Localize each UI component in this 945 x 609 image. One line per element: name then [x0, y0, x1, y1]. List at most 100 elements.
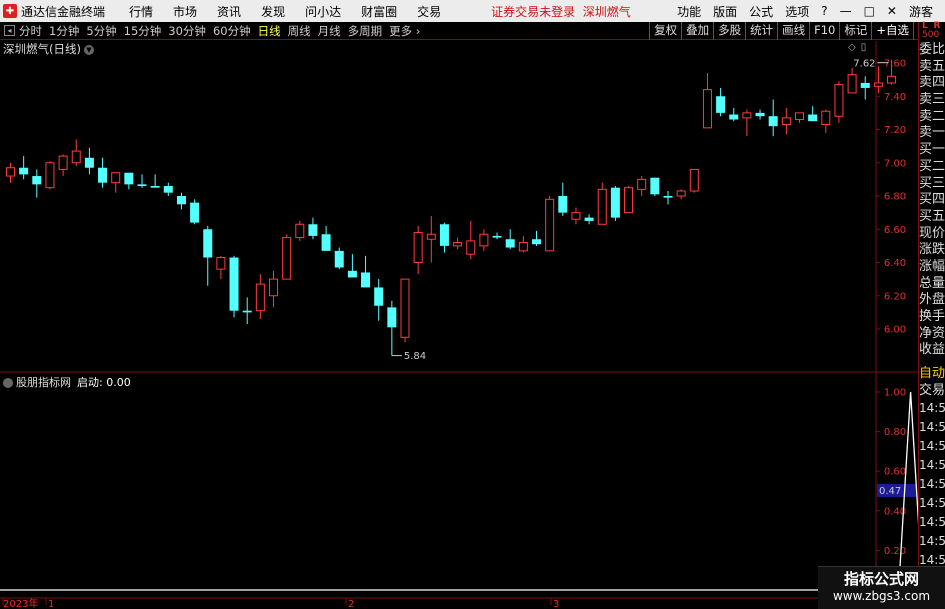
sidebar-item[interactable]: 换手	[919, 309, 945, 326]
period-weekly[interactable]: 周线	[288, 23, 311, 39]
menu-market[interactable]: 市场	[173, 3, 197, 20]
sidebar-item[interactable]: 外盘	[919, 292, 945, 309]
period-monthly[interactable]: 月线	[318, 23, 341, 39]
period-5min[interactable]: 5分钟	[86, 23, 116, 39]
candle	[413, 225, 423, 275]
candle	[361, 255, 371, 288]
candle-body	[269, 278, 278, 297]
date-tick-label: 3	[553, 599, 559, 609]
user-label[interactable]: 游客	[909, 3, 933, 20]
candle-body	[702, 89, 712, 129]
sidebar-item[interactable]: 卖一	[919, 125, 945, 142]
sidebar-item[interactable]: 净资	[919, 326, 945, 343]
menu-layout[interactable]: 版面	[713, 3, 737, 20]
candle	[624, 186, 634, 214]
candle-body	[45, 162, 55, 189]
menu-function[interactable]: 功能	[677, 3, 701, 20]
period-60min[interactable]: 60分钟	[213, 23, 251, 39]
help-icon[interactable]: ?	[821, 4, 827, 18]
indicator-title[interactable]: 股朋指标网 启动: 0.00	[3, 374, 131, 390]
collapse-icon[interactable]: ◂	[4, 25, 15, 36]
sidebar-trade[interactable]: 交易	[919, 383, 945, 400]
candle	[689, 168, 699, 193]
sidebar-item[interactable]: 买五	[919, 209, 945, 226]
close-icon[interactable]: ✕	[887, 4, 897, 18]
candle-body	[216, 257, 226, 270]
candle-body	[137, 184, 147, 187]
tool-adjust[interactable]: 复权	[649, 22, 681, 40]
lr-indicator[interactable]: L R 500	[919, 22, 945, 42]
period-daily[interactable]: 日线	[258, 23, 281, 39]
app-logo-icon: ✚	[3, 4, 17, 18]
sidebar-item[interactable]: 卖四	[919, 75, 945, 92]
menu-wealth[interactable]: 财富圈	[361, 3, 397, 20]
sidebar-auto[interactable]: 自动	[919, 366, 945, 383]
candle-body	[19, 167, 29, 175]
candle-body	[597, 188, 607, 225]
dropdown-icon	[3, 378, 13, 388]
menu-news[interactable]: 资讯	[217, 3, 241, 20]
menu-formula[interactable]: 公式	[749, 3, 773, 20]
period-more[interactable]: 更多 ›	[389, 23, 420, 39]
candle	[466, 220, 476, 260]
tool-mark[interactable]: 标记	[839, 22, 871, 40]
maximize-icon[interactable]: □	[864, 4, 875, 18]
candle	[308, 217, 318, 240]
tool-multi-stock[interactable]: 多股	[713, 22, 745, 40]
candle-body	[84, 157, 94, 168]
candle	[19, 156, 29, 180]
sidebar-item[interactable]: 买二	[919, 159, 945, 176]
tool-overlay[interactable]: 叠加	[681, 22, 713, 40]
minimize-icon[interactable]: —	[840, 4, 852, 18]
candle	[492, 232, 502, 240]
login-notice[interactable]: 证券交易未登录 深圳燃气	[491, 3, 631, 20]
tool-f10[interactable]: F10	[809, 22, 839, 40]
tool-draw[interactable]: 画线	[777, 22, 809, 40]
sidebar-item[interactable]: 总量	[919, 276, 945, 293]
sidebar-item[interactable]: 卖五	[919, 59, 945, 76]
candle	[190, 199, 200, 225]
sidebar-item[interactable]: 涨幅	[919, 259, 945, 276]
sidebar-item[interactable]: 买一	[919, 142, 945, 159]
panel-icon[interactable]: ▯	[861, 42, 867, 53]
sidebar-item[interactable]: 收益	[919, 342, 945, 359]
candle-body	[98, 167, 108, 183]
sidebar-item[interactable]: 现价	[919, 226, 945, 243]
candle-body	[439, 224, 449, 246]
tool-stats[interactable]: 统计	[745, 22, 777, 40]
price-tick-label: 7.60	[884, 59, 906, 70]
indicator-tick-label: 0.60	[884, 467, 906, 478]
candlestick-chart[interactable]: 7.60 7.40 7.20 7.00 6.80 6.60 6.40 6.20 6.00 7.62…	[0, 41, 918, 373]
sidebar-item[interactable]: 委比	[919, 42, 945, 59]
diamond-icon[interactable]: ◇	[848, 42, 856, 53]
menu-options[interactable]: 选项	[785, 3, 809, 20]
sidebar-item[interactable]: 买四	[919, 192, 945, 209]
candle	[716, 87, 726, 117]
sidebar-item[interactable]: 买三	[919, 176, 945, 193]
period-15min[interactable]: 15分钟	[124, 23, 162, 39]
period-multi[interactable]: 多周期	[348, 23, 383, 39]
menu-trade[interactable]: 交易	[417, 3, 441, 20]
menu-discover[interactable]: 发现	[261, 3, 285, 20]
period-intraday[interactable]: 分时	[19, 23, 42, 39]
price-tick-label: 7.40	[884, 92, 906, 103]
candle-body	[795, 112, 804, 121]
candle-body	[755, 112, 765, 117]
period-30min[interactable]: 30分钟	[168, 23, 206, 39]
menu-quotes[interactable]: 行情	[129, 3, 153, 20]
candle-body	[413, 232, 423, 263]
candle-body	[689, 168, 699, 192]
tool-add-watchlist[interactable]: +自选	[871, 22, 913, 40]
high-price-label: 7.62	[853, 59, 875, 70]
period-1min[interactable]: 1分钟	[49, 23, 79, 39]
chart-title[interactable]: 深圳燃气(日线) ▼	[3, 41, 94, 57]
sidebar-item[interactable]: 卖二	[919, 109, 945, 126]
candle	[518, 235, 528, 253]
indicator-chart[interactable]: 1.000.800.600.400.200.472023年 1 2 3	[0, 373, 918, 609]
menu-ask[interactable]: 问小达	[305, 3, 341, 20]
sidebar-item[interactable]: 卖三	[919, 92, 945, 109]
candle	[295, 220, 305, 241]
candle-body	[847, 74, 857, 94]
sidebar-item[interactable]: 涨跌	[919, 242, 945, 259]
chart-corner-icons: ◇ ▯	[848, 42, 871, 53]
